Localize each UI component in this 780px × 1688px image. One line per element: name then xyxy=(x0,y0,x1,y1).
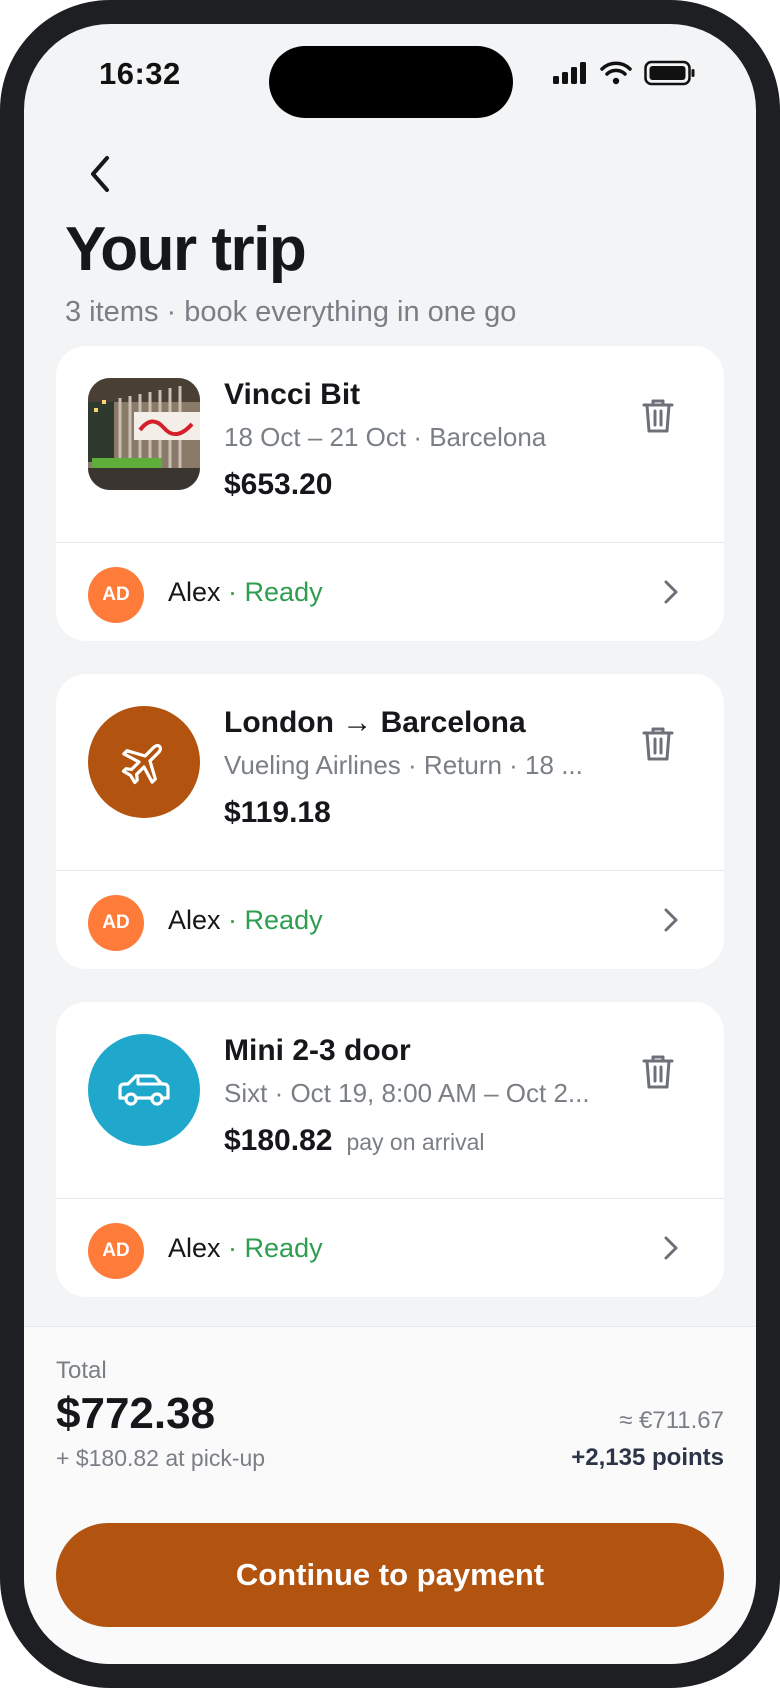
total-amount: $772.38 xyxy=(56,1389,216,1438)
chevron-left-icon xyxy=(91,156,109,192)
price-note: pay on arrival xyxy=(346,1129,485,1155)
delete-button[interactable] xyxy=(632,718,684,770)
points-earned: +2,135 points xyxy=(571,1444,724,1471)
chevron-right-icon xyxy=(656,1233,686,1263)
cellular-signal-icon xyxy=(553,62,586,84)
delete-button[interactable] xyxy=(632,1046,684,1098)
back-button[interactable] xyxy=(72,146,128,202)
page-title: Your trip xyxy=(65,215,307,284)
phone-frame: 16:32 Your trip 3 items · book everythin… xyxy=(0,0,780,1688)
delete-button[interactable] xyxy=(632,390,684,442)
avatar: AD xyxy=(88,1223,144,1279)
hotel-thumbnail xyxy=(88,378,200,490)
dynamic-island xyxy=(269,46,513,118)
checkout-footer: Total $772.38 + $180.82 at pick-up ≈ €71… xyxy=(24,1326,756,1664)
continue-to-payment-button[interactable]: Continue to payment xyxy=(56,1523,724,1627)
trip-item-card: London → Barcelona Vueling Airlines · Re… xyxy=(56,674,724,969)
traveler-label: Alex · Ready xyxy=(168,905,323,936)
status-time: 16:32 xyxy=(99,56,181,91)
item-detail: 18 Oct – 21 Oct · Barcelona xyxy=(224,422,547,452)
car-icon-badge xyxy=(88,1034,200,1146)
price-value: $653.20 xyxy=(224,468,333,501)
traveler-row[interactable]: AD Alex · Ready xyxy=(56,1199,724,1297)
trash-icon xyxy=(642,399,674,433)
price-value: $119.18 xyxy=(224,796,331,829)
traveler-name: Alex xyxy=(168,1233,221,1263)
traveler-status: · Ready xyxy=(228,1233,323,1263)
traveler-name: Alex xyxy=(168,905,221,935)
traveler-status: · Ready xyxy=(228,905,323,935)
item-title: Vincci Bit xyxy=(224,378,361,411)
avatar: AD xyxy=(88,895,144,951)
traveler-status: · Ready xyxy=(228,577,323,607)
battery-icon xyxy=(644,60,695,86)
avatar: AD xyxy=(88,567,144,623)
flight-icon-badge xyxy=(88,706,200,818)
status-icons xyxy=(552,60,696,86)
item-detail: Sixt · Oct 19, 8:00 AM – Oct 2... xyxy=(224,1078,590,1108)
car-icon xyxy=(118,1074,170,1106)
traveler-label: Alex · Ready xyxy=(168,1233,323,1264)
trip-item-summary[interactable]: Vincci Bit 18 Oct – 21 Oct · Barcelona $… xyxy=(56,346,724,543)
item-price: $180.82 pay on arrival xyxy=(224,1124,485,1158)
item-price: $653.20 xyxy=(224,468,332,502)
wifi-icon xyxy=(600,61,632,85)
pickup-note: + $180.82 at pick-up xyxy=(56,1445,266,1471)
item-price: $119.18 xyxy=(224,796,331,830)
total-label: Total xyxy=(56,1357,107,1384)
airplane-icon xyxy=(121,743,163,785)
chevron-right-icon xyxy=(656,577,686,607)
trip-item-card: Mini 2-3 door Sixt · Oct 19, 8:00 AM – O… xyxy=(56,1002,724,1297)
traveler-name: Alex xyxy=(168,577,221,607)
trash-icon xyxy=(642,727,674,761)
item-detail: Vueling Airlines · Return · 18 ... xyxy=(224,750,583,780)
chevron-right-icon xyxy=(656,905,686,935)
trash-icon xyxy=(642,1055,674,1089)
converted-total: ≈ €711.67 xyxy=(619,1407,724,1434)
trip-item-summary[interactable]: Mini 2-3 door Sixt · Oct 19, 8:00 AM – O… xyxy=(56,1002,724,1199)
price-value: $180.82 xyxy=(224,1124,333,1157)
item-title: Mini 2-3 door xyxy=(224,1034,411,1067)
traveler-row[interactable]: AD Alex · Ready xyxy=(56,543,724,641)
item-title: London → Barcelona xyxy=(224,706,526,739)
page-subtitle: 3 items · book everything in one go xyxy=(65,296,517,328)
trip-item-card: Vincci Bit 18 Oct – 21 Oct · Barcelona $… xyxy=(56,346,724,641)
traveler-label: Alex · Ready xyxy=(168,577,323,608)
traveler-row[interactable]: AD Alex · Ready xyxy=(56,871,724,969)
screen: 16:32 Your trip 3 items · book everythin… xyxy=(24,24,756,1664)
trip-item-summary[interactable]: London → Barcelona Vueling Airlines · Re… xyxy=(56,674,724,871)
